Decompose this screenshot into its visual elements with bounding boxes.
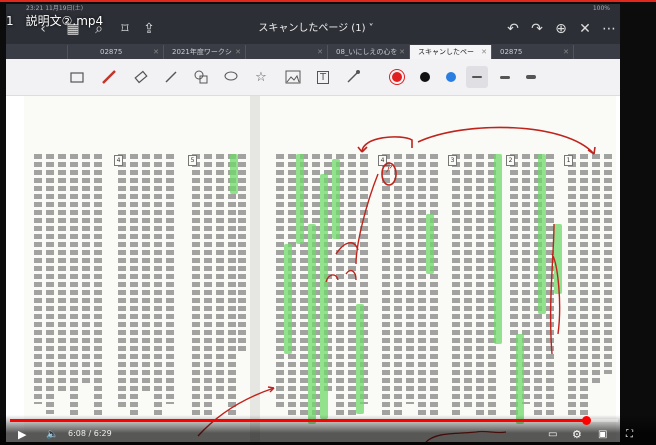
video-title: 1 説明文②.mp4 bbox=[6, 14, 104, 28]
play-icon[interactable]: ▶ bbox=[18, 428, 26, 442]
progress-knob[interactable] bbox=[581, 416, 591, 425]
time-display: 6:08 / 6:29 bbox=[68, 429, 112, 438]
progress-fill bbox=[10, 419, 586, 422]
side-letterbox bbox=[620, 4, 656, 414]
annotation-label: ア bbox=[384, 165, 394, 175]
miniplayer-icon[interactable]: ▣ bbox=[598, 428, 607, 442]
settings-icon[interactable]: ⚙ bbox=[572, 428, 582, 442]
ipad-screen: 23:21 11月19日(土) 100% ‹ ▦ ⌕ ⌑ ⇪ スキャンしたページ… bbox=[6, 4, 620, 442]
handwritten-annotations bbox=[197, 126, 596, 442]
captions-icon[interactable]: ▭ bbox=[548, 428, 557, 442]
progress-bar[interactable] bbox=[10, 416, 618, 425]
volume-icon[interactable]: 🔈 bbox=[46, 428, 58, 442]
fullscreen-icon[interactable]: ⛶ bbox=[626, 428, 633, 442]
